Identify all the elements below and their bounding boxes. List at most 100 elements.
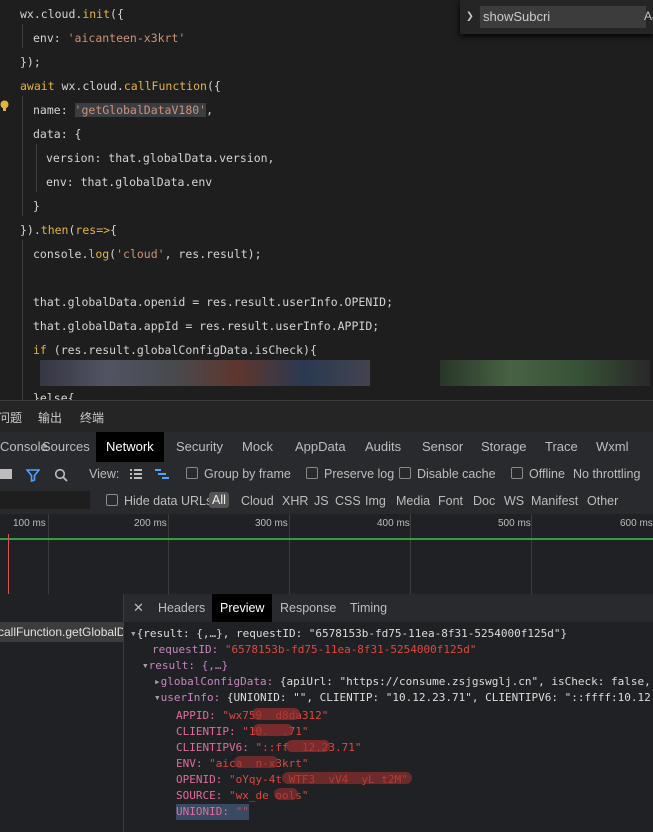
tab-sensor[interactable]: Sensor [422,432,463,462]
filter-cloud[interactable]: Cloud [241,494,274,508]
tree-node[interactable]: ▾result: {,…} [142,658,228,674]
devtools-tabs: Console Sources Network Security Mock Ap… [0,432,653,463]
userinfo-field[interactable]: CLIENTIPV6: "::ff 12.23.71" [176,740,361,756]
filter-other[interactable]: Other [587,494,618,508]
hide-data-urls-label: Hide data URLs [124,494,213,508]
field-separator [222,789,229,802]
tab-network[interactable]: Network [96,432,164,462]
disable-cache-checkbox[interactable]: Disable cache [399,467,496,481]
throttling-select[interactable]: No throttling [573,467,640,481]
tab-mock[interactable]: Mock [242,432,273,462]
code-line[interactable]: } [33,194,40,218]
code-line[interactable]: env: that.globalData.env [46,170,212,194]
record-icon[interactable] [0,469,12,479]
find-input[interactable]: showSubcri [480,6,646,28]
chevron-right-icon[interactable]: ❯ [466,9,474,24]
tick-label: 400 ms [377,518,410,529]
collapsed-triangle-icon[interactable]: ▸ [154,675,161,688]
filter-manifest[interactable]: Manifest [531,494,578,508]
expanded-triangle-icon[interactable]: ▾ [154,691,161,704]
tab-output[interactable]: 输出 [38,409,62,426]
list-view-icon[interactable] [129,468,143,481]
tab-audits[interactable]: Audits [365,432,401,462]
code-token: wx.cloud. [20,7,83,21]
code-line[interactable]: }); [20,50,41,74]
filter-font[interactable]: Font [438,494,463,508]
property-key: requestID: [152,643,219,656]
filter-media[interactable]: Media [396,494,430,508]
code-line[interactable]: wx.cloud.init({ [20,2,124,26]
tick-label: 100 ms [13,518,46,529]
checkbox-icon [186,467,198,479]
code-line[interactable]: }).then(res=>{ [20,218,117,242]
code-editor[interactable]: wx.cloud.init({env: 'aicanteen-x3krt'});… [0,0,653,400]
tab-storage[interactable]: Storage [481,432,527,462]
tab-headers[interactable]: Headers [158,594,205,622]
offline-checkbox[interactable]: Offline [511,467,565,481]
code-line[interactable]: if (res.result.globalConfigData.isCheck)… [33,338,317,362]
filter-img[interactable]: Img [365,494,386,508]
code-token: }else{ [33,391,75,400]
tab-appdata[interactable]: AppData [295,432,346,462]
lightbulb-icon[interactable] [0,100,9,112]
filter-all[interactable]: All [209,492,229,508]
tab-security[interactable]: Security [176,432,223,462]
search-icon[interactable] [54,468,68,482]
tab-timing[interactable]: Timing [350,594,387,622]
code-token: then [40,223,69,237]
tree-node[interactable]: ▾userInfo: {UNIONID: "", CLIENTIP: "10.1… [154,690,651,706]
filter-bar: Hide data URLs All Cloud XHR JS CSS Img … [0,488,653,515]
code-line[interactable]: that.globalData.openid = res.result.user… [33,290,393,314]
disable-cache-label: Disable cache [417,467,496,481]
filter-ws[interactable]: WS [504,494,524,508]
code-line[interactable]: await wx.cloud.callFunction({ [20,74,221,98]
code-line[interactable]: }else{ [33,386,75,400]
preview-pane[interactable]: ▾{result: {,…}, requestID: "6578153b-fd7… [124,622,653,832]
waterfall-view-icon[interactable] [154,468,170,481]
filter-xhr[interactable]: XHR [282,494,308,508]
code-token: , res.result); [164,247,262,261]
expanded-triangle-icon[interactable]: ▾ [142,659,149,672]
tab-trace[interactable]: Trace [545,432,578,462]
userinfo-field[interactable]: UNIONID: "" [176,804,249,820]
filter-css[interactable]: CSS [335,494,361,508]
code-line[interactable]: console.log('cloud', res.result); [33,242,262,266]
hide-data-urls-checkbox[interactable]: Hide data URLs [106,494,212,508]
tab-wxml[interactable]: Wxml [596,432,629,462]
code-line[interactable]: name: 'getGlobalDataV180', [33,98,213,122]
tab-problems[interactable]: 问题 [0,409,22,426]
code-line[interactable]: env: 'aicanteen-x3krt' [33,26,185,50]
close-icon[interactable]: ✕ [133,594,144,622]
property-value: "6578153b-fd75-11ea-8f31-5254000f125d" [224,643,477,656]
request-row[interactable]: callFunction.getGlobalDataV180 [0,622,123,642]
expanded-triangle-icon[interactable]: ▾ [130,627,137,640]
tab-terminal[interactable]: 终端 [80,409,104,426]
code-token: 'aicanteen-x3krt' [67,31,186,45]
code-token: ({ [110,7,124,21]
preserve-log-checkbox[interactable]: Preserve log [306,467,394,481]
request-list: callFunction.getGlobalDataV180 [0,594,124,832]
tab-console[interactable]: Console [0,432,48,462]
tree-root[interactable]: ▾{result: {,…}, requestID: "6578153b-fd7… [130,626,567,642]
code-token: }); [20,55,41,69]
tab-preview[interactable]: Preview [212,594,273,622]
redacted-code [440,360,650,386]
field-key: OPENID: [176,773,223,786]
tree-node[interactable]: ▸globalConfigData: {apiUrl: "https://con… [154,674,651,690]
network-timeline[interactable]: 100 ms 200 ms 300 ms 400 ms 500 ms 600 m… [0,514,653,595]
redaction [286,740,330,752]
code-line[interactable]: data: { [33,122,81,146]
filter-js[interactable]: JS [314,494,329,508]
match-case-icon[interactable]: Aa [644,9,653,23]
code-token: callFunction [123,79,207,93]
checkbox-icon [306,467,318,479]
tab-response[interactable]: Response [280,594,336,622]
filter-input[interactable] [0,491,90,509]
tab-sources[interactable]: Sources [42,432,90,462]
code-line[interactable]: that.globalData.appId = res.result.userI… [33,314,379,338]
code-line[interactable]: version: that.globalData.version, [46,146,274,170]
filter-icon[interactable] [26,468,40,482]
field-key: UNIONID: [176,805,229,818]
filter-doc[interactable]: Doc [473,494,495,508]
group-by-frame-checkbox[interactable]: Group by frame [186,467,291,481]
